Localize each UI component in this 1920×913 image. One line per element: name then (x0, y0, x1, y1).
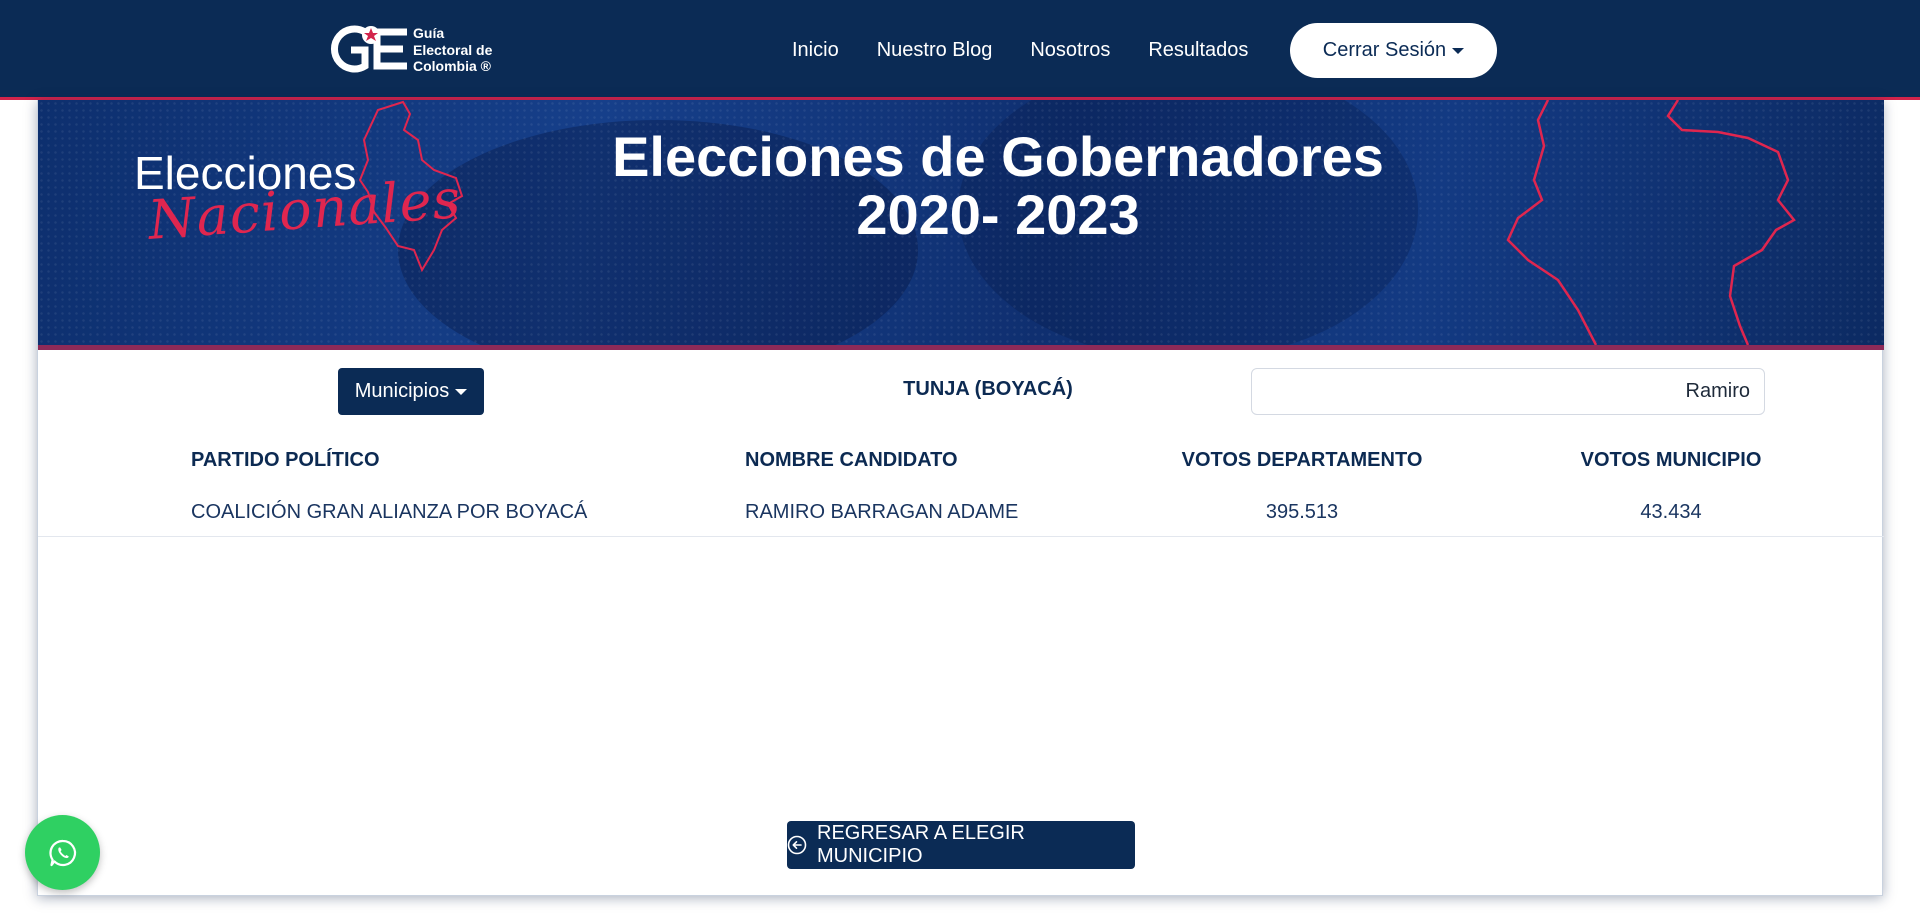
regresar-button-label: REGRESAR A ELEGIR MUNICIPIO (817, 822, 1025, 867)
search-input[interactable] (1251, 368, 1765, 415)
site-logo[interactable]: Guía Electoral de Colombia ® (327, 24, 507, 74)
logo-mark-icon (331, 25, 407, 73)
cerrar-sesion-label: Cerrar Sesión (1322, 39, 1447, 61)
table-row: COALICIÓN GRAN ALIANZA POR BOYACÁ RAMIRO… (38, 496, 1884, 537)
cerrar-sesion-button[interactable]: Cerrar Sesión (1290, 23, 1497, 78)
results-card: Elecciones Nacionales Elecciones de Gobe… (37, 100, 1884, 896)
colombia-map-large-outline-icon (1506, 100, 1796, 345)
cell-votos-departamento: 395.513 (1265, 501, 1339, 523)
municipios-dropdown-button[interactable]: Municipios (338, 368, 484, 415)
hero-banner: Elecciones Nacionales Elecciones de Gobe… (38, 100, 1884, 350)
top-navbar: Guía Electoral de Colombia ® Inicio Nues… (0, 0, 1920, 100)
cell-votos-municipio: 43.434 (1640, 501, 1702, 523)
logo-text-line-2: Electoral de (413, 41, 493, 58)
cell-candidato: RAMIRO BARRAGAN ADAME (745, 501, 1019, 523)
page-title: Elecciones de Gobernadores 2020- 2023 (528, 128, 1468, 244)
logo-text: Guía Electoral de Colombia ® (413, 25, 492, 75)
nav-link-inicio[interactable]: Inicio (792, 39, 839, 62)
municipios-dropdown-label: Municipios (354, 380, 450, 402)
header-partido-politico: PARTIDO POLÍTICO (191, 449, 380, 471)
nav-link-nuestro-blog[interactable]: Nuestro Blog (877, 39, 993, 62)
whatsapp-icon (48, 839, 76, 866)
logo-text-line-3: Colombia ® (413, 58, 491, 74)
selected-location: TUNJA (BOYACÁ) (903, 378, 1073, 400)
nav-link-resultados[interactable]: Resultados (1148, 39, 1248, 62)
nav-link-nosotros[interactable]: Nosotros (1030, 39, 1110, 62)
header-votos-departamento: VOTOS DEPARTAMENTO (1181, 449, 1423, 471)
nav-links: Inicio Nuestro Blog Nosotros Resultados (792, 0, 1286, 100)
logo-text-line-1: Guía (413, 25, 445, 41)
header-votos-municipio: VOTOS MUNICIPIO (1580, 449, 1762, 471)
caret-down-icon (1452, 47, 1465, 54)
caret-down-icon (455, 388, 468, 395)
arrow-left-circle-icon (787, 835, 807, 855)
page-title-line-1: Elecciones de Gobernadores (612, 125, 1384, 188)
header-nombre-candidato: NOMBRE CANDIDATO (745, 449, 958, 471)
results-table-header: PARTIDO POLÍTICO NOMBRE CANDIDATO VOTOS … (38, 449, 1884, 479)
cell-partido: COALICIÓN GRAN ALIANZA POR BOYACÁ (191, 501, 588, 523)
whatsapp-button[interactable] (25, 815, 100, 890)
page-title-line-2: 2020- 2023 (856, 183, 1140, 246)
regresar-button[interactable]: REGRESAR A ELEGIR MUNICIPIO (787, 821, 1135, 869)
